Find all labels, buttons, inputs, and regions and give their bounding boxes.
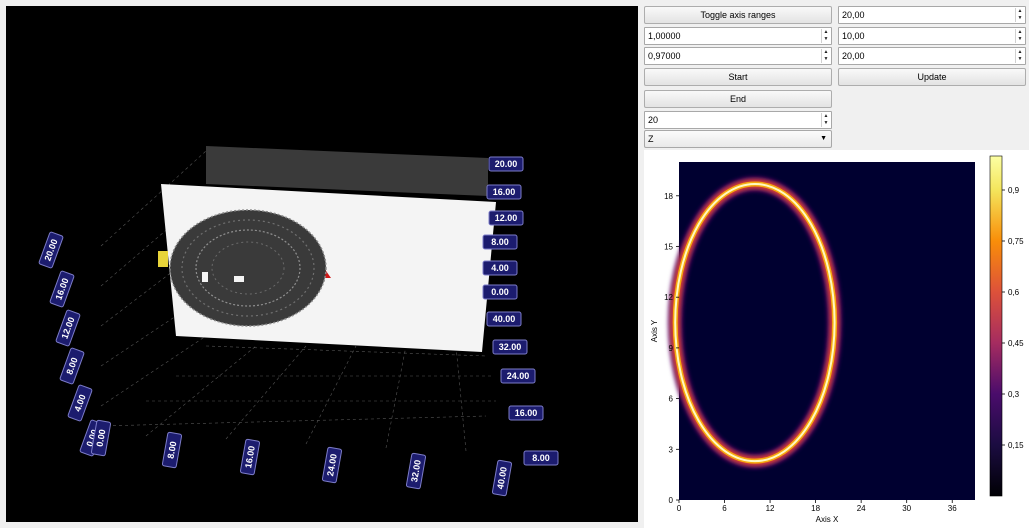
count-input[interactable]: 20 ▲ ▼ bbox=[644, 111, 832, 129]
right-axis-label: 0.00 bbox=[482, 284, 518, 300]
x-tick-label: 6 bbox=[722, 504, 727, 513]
colorbar-tick-label: 0,3 bbox=[1008, 390, 1020, 399]
y-tick-label: 12 bbox=[664, 293, 673, 302]
spin-b-input[interactable]: 0,97000 ▲ ▼ bbox=[644, 47, 832, 65]
right-axis-label-text: 12.00 bbox=[495, 213, 518, 223]
left-axis-label: 12.00 bbox=[55, 309, 81, 347]
x-axis-ticks: 0 6 12 18 24 30 36 bbox=[677, 500, 957, 513]
toggle-axis-ranges-label: Toggle axis ranges bbox=[700, 10, 776, 20]
left-axis-labels: 0.004.008.0012.0016.0020.00 bbox=[38, 231, 105, 457]
right-lower-label-text: 24.00 bbox=[507, 371, 530, 381]
back-wall bbox=[206, 146, 488, 196]
right-spin-2[interactable]: 10,00 ▲ ▼ bbox=[838, 27, 1026, 45]
spin-a-input[interactable]: 1,00000 ▲ ▼ bbox=[644, 27, 832, 45]
bottom-axis-labels: 0.008.00 16.00 24.00 32.00 40.00 bbox=[90, 419, 513, 497]
spin-a-value: 1,00000 bbox=[648, 31, 681, 41]
x-tick-label: 12 bbox=[766, 504, 775, 513]
left-axis-label: 20.00 bbox=[38, 231, 64, 269]
yellow-marker bbox=[158, 251, 168, 267]
end-label: End bbox=[729, 94, 746, 104]
spin-arrows-icon[interactable]: ▲ ▼ bbox=[821, 29, 830, 43]
count-value: 20 bbox=[648, 115, 659, 125]
right-axis-label-text: 4.00 bbox=[491, 263, 509, 273]
colorbar-tick-label: 0,15 bbox=[1008, 441, 1024, 450]
right-axis-label: 8.00 bbox=[482, 234, 518, 250]
y-tick-label: 0 bbox=[669, 496, 674, 505]
spin-arrows-icon[interactable]: ▲ ▼ bbox=[1015, 8, 1024, 22]
right-axis-label-text: 16.00 bbox=[493, 187, 516, 197]
right-lower-label: 32.00 bbox=[492, 339, 528, 355]
y-tick-label: 3 bbox=[669, 445, 674, 454]
right-spin-2-value: 10,00 bbox=[842, 31, 865, 41]
right-spin-1-value: 20,00 bbox=[842, 10, 865, 20]
y-tick-label: 18 bbox=[664, 192, 673, 201]
x-tick-label: 18 bbox=[811, 504, 820, 513]
3d-scatter-viewport[interactable]: 0.00 4.00 8.00 12.00 16.00 20.00 0.00 8.00 16.0… bbox=[6, 6, 638, 522]
end-button[interactable]: End bbox=[644, 90, 832, 108]
y-tick-label: 9 bbox=[669, 344, 674, 353]
right-axis-label: 16.00 bbox=[486, 184, 522, 200]
right-axis-label: 4.00 bbox=[482, 260, 518, 276]
colorbar-ticks: 0,15 0,3 0,45 0,6 0,75 0,9 bbox=[1002, 186, 1024, 450]
spin-arrows-icon[interactable]: ▲ ▼ bbox=[821, 49, 830, 63]
y-axis-label: Axis Y bbox=[650, 319, 659, 342]
x-tick-label: 0 bbox=[677, 504, 682, 513]
spin-b-value: 0,97000 bbox=[648, 51, 681, 61]
y-tick-label: 6 bbox=[669, 395, 674, 404]
axis-select-value: Z bbox=[648, 134, 654, 144]
right-lower-label: 24.00 bbox=[500, 368, 536, 384]
left-axis-label: 8.00 bbox=[59, 347, 85, 385]
x-tick-label: 24 bbox=[857, 504, 866, 513]
right-lower-label-text: 16.00 bbox=[515, 408, 538, 418]
3d-scene: 0.004.008.0012.0016.0020.00 0.00 8.00 16.0… bbox=[38, 146, 559, 497]
bottom-axis-label: 16.00 bbox=[239, 438, 261, 476]
right-lower-label-text: 32.00 bbox=[499, 342, 522, 352]
start-button[interactable]: Start bbox=[644, 68, 832, 86]
left-axis-label: 4.00 bbox=[67, 384, 93, 422]
right-axis-label-text: 8.00 bbox=[491, 237, 509, 247]
x-tick-label: 30 bbox=[902, 504, 911, 513]
spin-arrows-icon[interactable]: ▲ ▼ bbox=[821, 113, 830, 127]
right-spin-1[interactable]: 20,00 ▲ ▼ bbox=[838, 6, 1026, 24]
colorbar-tick-label: 0,9 bbox=[1008, 186, 1020, 195]
chevron-down-icon[interactable]: ▼ bbox=[820, 131, 827, 147]
right-lower-label-text: 40.00 bbox=[493, 314, 516, 324]
start-label: Start bbox=[728, 72, 748, 82]
x-tick-label: 36 bbox=[948, 504, 957, 513]
colorbar-tick-label: 0,45 bbox=[1008, 339, 1024, 348]
left-axis-label: 16.00 bbox=[49, 270, 75, 308]
right-spin-3-value: 20,00 bbox=[842, 51, 865, 61]
bottom-axis-label: 8.00 bbox=[161, 431, 183, 469]
colorbar-tick-label: 0,6 bbox=[1008, 288, 1020, 297]
right-axis-label: 12.00 bbox=[488, 210, 524, 226]
right-lower-label: 40.00 bbox=[486, 311, 522, 327]
bottom-axis-label: 40.00 bbox=[491, 459, 513, 497]
spin-arrows-icon[interactable]: ▲ ▼ bbox=[1015, 49, 1024, 63]
update-label: Update bbox=[917, 72, 947, 82]
heatmap-svg: 0 6 12 18 24 30 36 0369121518 Axis X Axis Y 0,… bbox=[650, 155, 1024, 524]
axis-select[interactable]: Z ▼ bbox=[644, 130, 832, 148]
bottom-axis-label: 24.00 bbox=[321, 446, 343, 484]
spin-arrows-icon[interactable]: ▲ ▼ bbox=[1015, 29, 1024, 43]
x-axis-label: Axis X bbox=[816, 515, 839, 524]
right-axis-label: 20.00 bbox=[488, 156, 524, 172]
heatmap-plot: 0 6 12 18 24 30 36 0 3 6 9 12 15 18 Axis X Axis Y 0,… bbox=[644, 150, 1029, 528]
right-lower-label-text: 8.00 bbox=[532, 453, 550, 463]
colorbar-tick-label: 0,75 bbox=[1008, 237, 1024, 246]
colorbar bbox=[989, 155, 1003, 497]
right-spin-3[interactable]: 20,00 ▲ ▼ bbox=[838, 47, 1026, 65]
right-axis-label-text: 0.00 bbox=[491, 287, 509, 297]
right-lower-label: 8.00 bbox=[523, 450, 559, 466]
y-tick-label: 15 bbox=[664, 243, 673, 252]
right-axis-label-text: 20.00 bbox=[495, 159, 518, 169]
bottom-axis-label: 32.00 bbox=[405, 452, 427, 490]
right-lower-label: 16.00 bbox=[508, 405, 544, 421]
toggle-axis-ranges-button[interactable]: Toggle axis ranges bbox=[644, 6, 832, 24]
update-button[interactable]: Update bbox=[838, 68, 1026, 86]
